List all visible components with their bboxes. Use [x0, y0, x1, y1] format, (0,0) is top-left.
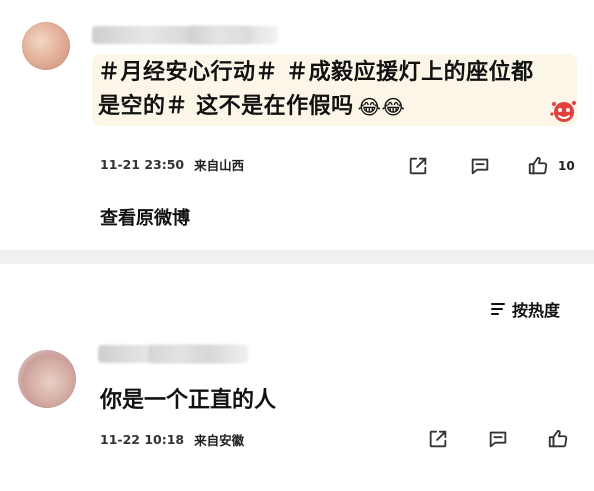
- like-button[interactable]: [544, 425, 572, 453]
- emoji: 😂😂: [357, 95, 406, 119]
- like-button[interactable]: 10: [524, 152, 575, 180]
- comment-icon: [471, 158, 489, 175]
- comment-text: 你是一个正直的人: [100, 388, 277, 413]
- comment-button[interactable]: [466, 152, 494, 180]
- share-button[interactable]: [404, 152, 432, 180]
- sort-label: 按热度: [512, 301, 561, 320]
- comment-location: 来自安徽: [194, 433, 245, 448]
- comment-time: 11-21 23:50: [100, 157, 185, 172]
- comment-meta: 11-21 23:50 来自山西: [100, 155, 244, 174]
- share-icon: [409, 157, 427, 175]
- like-icon: [528, 156, 548, 175]
- like-icon: [548, 429, 568, 448]
- comment-text-line-2: 是空的＃ 这不是在作假吗: [98, 94, 354, 119]
- comment-time: 11-22 10:18: [100, 432, 185, 447]
- decor-emoji: [548, 96, 580, 128]
- share-button[interactable]: [424, 425, 452, 453]
- section-divider: [0, 250, 594, 264]
- avatar[interactable]: [18, 350, 76, 408]
- comment-text: ＃月经安心行动＃ ＃成毅应援灯上的座位都 是空的＃ 这不是在作假吗 😂😂: [98, 56, 578, 124]
- share-icon: [429, 430, 447, 448]
- view-original-link[interactable]: 查看原微博: [100, 204, 190, 230]
- comment-text-line-1: ＃月经安心行动＃ ＃成毅应援灯上的座位都: [98, 60, 534, 85]
- comment-location: 来自山西: [194, 158, 245, 173]
- sort-icon: [491, 303, 505, 315]
- like-count: 10: [558, 159, 575, 173]
- avatar[interactable]: [22, 22, 70, 70]
- comment-meta: 11-22 10:18 来自安徽: [100, 430, 244, 449]
- username-extra: [148, 345, 243, 363]
- comment-button[interactable]: [484, 425, 512, 453]
- comment-icon: [489, 431, 507, 448]
- sort-control[interactable]: 按热度: [490, 297, 560, 321]
- username-extra: [188, 26, 278, 44]
